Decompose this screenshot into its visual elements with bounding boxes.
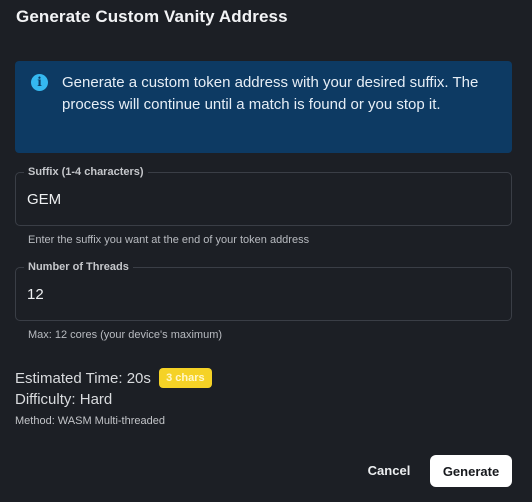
info-icon: i xyxy=(31,74,48,91)
threads-helper-text: Max: 12 cores (your device's maximum) xyxy=(28,329,223,341)
suffix-helper-text: Enter the suffix you want at the end of … xyxy=(28,234,310,246)
estimated-time-text: Estimated Time: 20s xyxy=(15,370,151,387)
suffix-field[interactable]: Suffix (1-4 characters) xyxy=(15,165,512,226)
method-text: Method: WASM Multi-threaded xyxy=(15,415,165,427)
vanity-address-dialog: Generate Custom Vanity Address i Generat… xyxy=(0,0,532,502)
threads-field[interactable]: Number of Threads xyxy=(15,260,512,321)
difficulty-text: Difficulty: Hard xyxy=(15,391,113,408)
generate-button[interactable]: Generate xyxy=(430,455,512,487)
info-alert: i Generate a custom token address with y… xyxy=(15,61,512,153)
suffix-input[interactable] xyxy=(27,173,497,225)
threads-input[interactable] xyxy=(27,268,497,320)
info-alert-text: Generate a custom token address with you… xyxy=(62,74,479,113)
dialog-title: Generate Custom Vanity Address xyxy=(16,7,288,26)
cancel-button[interactable]: Cancel xyxy=(354,455,424,486)
chars-badge: 3 chars xyxy=(159,368,212,388)
estimated-time-row: Estimated Time: 20s 3 chars xyxy=(15,368,212,388)
